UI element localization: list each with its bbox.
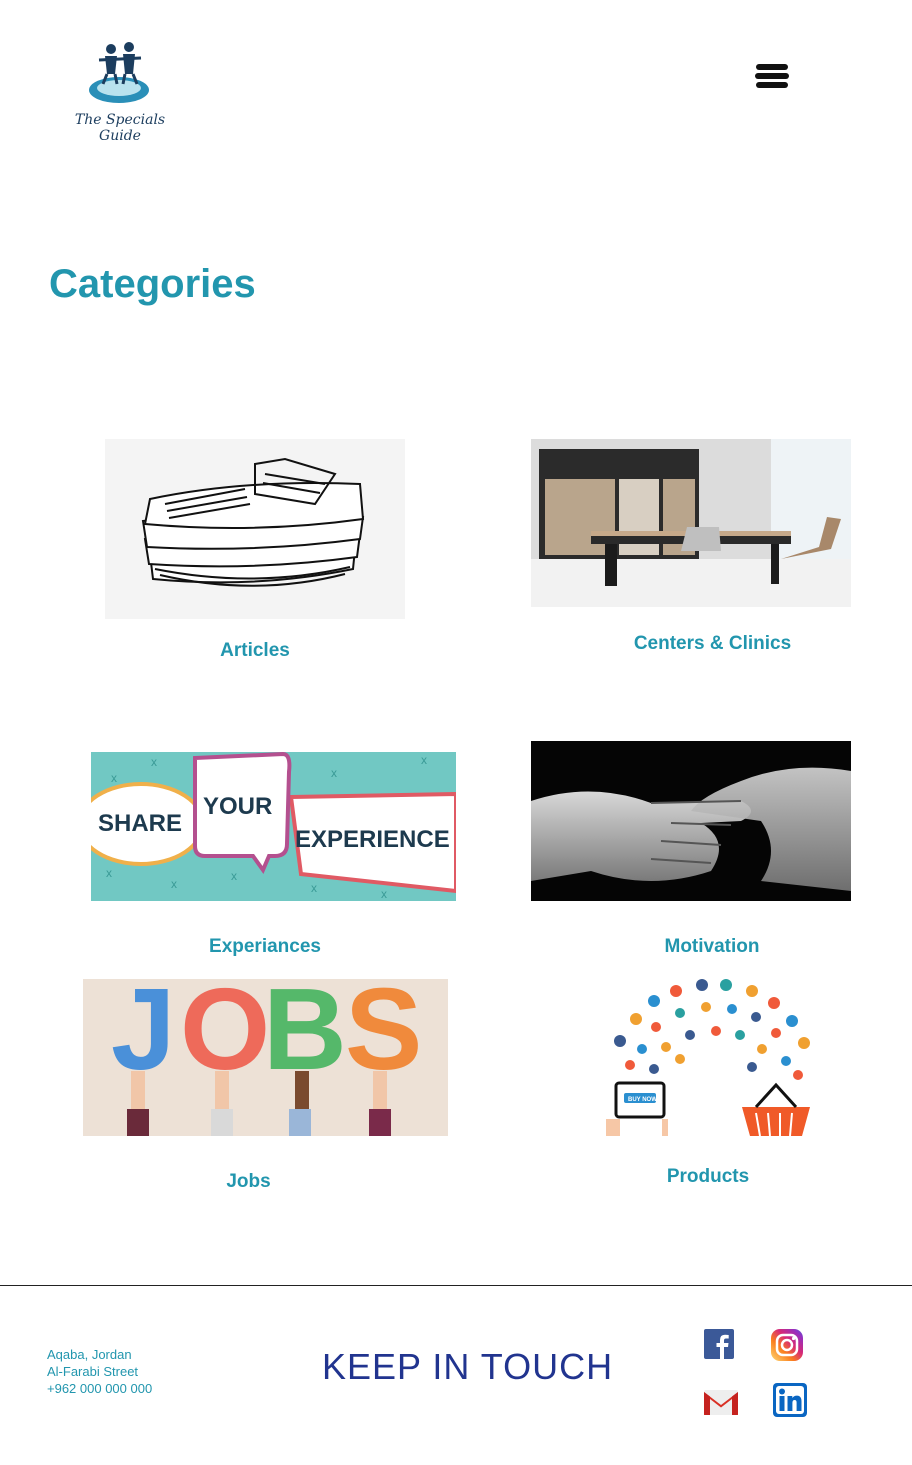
hamburger-menu-icon[interactable]: [755, 64, 794, 96]
category-label-jobs[interactable]: Jobs: [83, 1171, 414, 1193]
your-text: YOUR: [203, 793, 272, 820]
footer-divider: [0, 1285, 912, 1286]
experiances-image[interactable]: x x x x x x x x x SHARE YOUR EXPERIENCE: [91, 752, 456, 901]
centers-clinics-image[interactable]: [531, 439, 851, 607]
footer-address: Aqaba, Jordan Al-Farabi Street +962 000 …: [47, 1346, 152, 1397]
address-city: Aqaba, Jordan: [47, 1347, 132, 1362]
svg-text:x: x: [106, 866, 112, 880]
experience-text: EXPERIENCE: [295, 826, 450, 853]
site-logo[interactable]: The Specials Guide: [58, 40, 182, 144]
gmail-icon[interactable]: [703, 1388, 739, 1416]
svg-text:x: x: [311, 881, 317, 895]
linkedin-icon[interactable]: [773, 1383, 807, 1417]
category-label-experiances[interactable]: Experiances: [91, 936, 439, 958]
category-label-centers-clinics[interactable]: Centers & Clinics: [531, 633, 894, 655]
page-title: Categories: [49, 262, 256, 306]
svg-text:x: x: [231, 869, 237, 883]
products-image[interactable]: BUY NOW: [606, 979, 818, 1136]
address-street: Al-Farabi Street: [47, 1364, 139, 1379]
svg-text:x: x: [381, 887, 387, 901]
logo-icon: [89, 42, 149, 103]
facebook-icon[interactable]: [704, 1329, 734, 1359]
keep-in-touch-heading: KEEP IN TOUCH: [322, 1346, 614, 1387]
svg-text:x: x: [421, 753, 427, 767]
category-label-motivation[interactable]: Motivation: [531, 936, 893, 958]
instagram-icon[interactable]: [770, 1328, 804, 1362]
articles-image[interactable]: [105, 439, 405, 619]
svg-text:x: x: [151, 755, 157, 769]
svg-text:x: x: [331, 766, 337, 780]
share-text: SHARE: [98, 810, 182, 837]
buy-now-text: BUY NOW: [628, 1097, 657, 1103]
address-phone[interactable]: +962 000 000 000: [47, 1380, 152, 1397]
category-label-articles[interactable]: Articles: [105, 640, 405, 662]
category-label-products[interactable]: Products: [606, 1166, 810, 1188]
brand-name: The Specials Guide: [74, 112, 166, 144]
svg-text:x: x: [171, 877, 177, 891]
jobs-image[interactable]: J O B S: [83, 979, 448, 1136]
svg-text:x: x: [111, 771, 117, 785]
motivation-image[interactable]: [531, 741, 851, 901]
